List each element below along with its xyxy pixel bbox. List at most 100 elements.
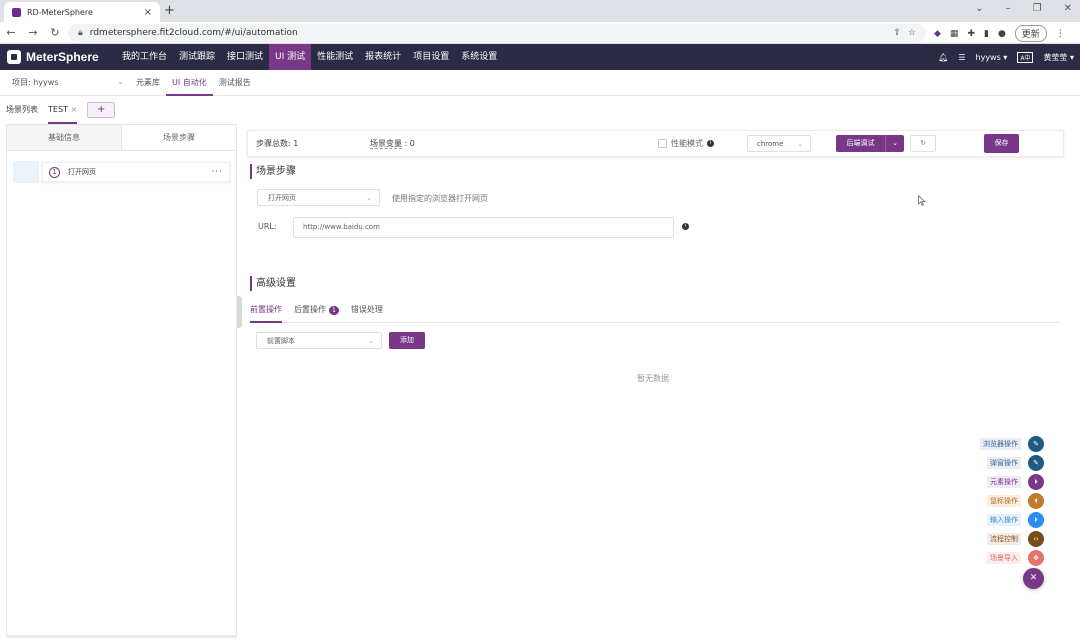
advanced-tab[interactable]: 错误处理	[351, 300, 383, 323]
debug-dropdown-icon[interactable]: ⌄	[885, 135, 904, 152]
forward-icon[interactable]: →	[22, 26, 44, 39]
bookmark-star-icon[interactable]: ☆	[908, 28, 916, 38]
fab-action-label: 场景导入	[987, 552, 1021, 564]
nav-item[interactable]: 接口测试	[221, 44, 269, 70]
fab-action-icon[interactable]: ‹›	[1028, 531, 1044, 547]
qr-extension-icon[interactable]: ▦	[950, 29, 959, 39]
fab-action-icon[interactable]: ✎	[1028, 436, 1044, 452]
performance-mode-checkbox[interactable]	[658, 139, 667, 148]
advanced-tab[interactable]: 前置操作	[250, 300, 282, 323]
more-icon[interactable]: ···	[211, 167, 223, 177]
scene-list-tab[interactable]: 场景列表	[6, 96, 38, 124]
fab-action[interactable]: 输入操作 ⏵	[0, 512, 1044, 528]
sub-nav-link[interactable]: 测试报告	[213, 70, 257, 96]
menu-kebab-icon[interactable]: ⋮	[1056, 29, 1065, 39]
fab-action[interactable]: 场景导入 ✥	[0, 550, 1044, 566]
scene-tab-label: TEST	[48, 105, 68, 114]
nav-item[interactable]: 项目设置	[407, 44, 455, 70]
nav-item[interactable]: 报表统计	[359, 44, 407, 70]
sub-nav-links: 元素库 UI 自动化 测试报告	[130, 70, 257, 96]
step-type-select[interactable]: 打开网页 ⌄	[257, 189, 380, 206]
fab-action[interactable]: 流程控制 ‹›	[0, 531, 1044, 547]
performance-mode[interactable]: 性能模式 i	[658, 138, 714, 149]
tab-basic-info[interactable]: 基础信息	[7, 125, 122, 150]
step-number: 1	[49, 166, 60, 178]
refresh-button[interactable]: ↻	[910, 135, 936, 152]
script-select[interactable]: 前置脚本 ⌄	[256, 332, 382, 349]
language-icon[interactable]: A中	[1017, 51, 1034, 63]
fab-action-icon[interactable]: ✥	[1028, 550, 1044, 566]
update-button[interactable]: 更新	[1014, 25, 1047, 42]
fab-action[interactable]: 弹窗操作 ✎	[0, 455, 1044, 471]
nav-item[interactable]: 测试跟踪	[173, 44, 221, 70]
address-bar[interactable]: 🔒︎ rdmetersphere.fit2cloud.com/#/ui/auto…	[68, 24, 926, 42]
scene-variables[interactable]: 场景变量 : 0	[370, 138, 415, 149]
fab-action-label: 鼠标操作	[987, 495, 1021, 507]
nav-item[interactable]: 我的工作台	[116, 44, 173, 70]
nav-item[interactable]: 系统设置	[455, 44, 503, 70]
url-input[interactable]: http://www.baidu.com	[293, 217, 674, 238]
back-icon[interactable]: ←	[0, 26, 22, 39]
reload-icon[interactable]: ↻	[44, 26, 66, 39]
count-badge: 1	[329, 306, 339, 315]
url-label: URL:	[258, 222, 277, 231]
add-scene-button[interactable]: +	[87, 102, 116, 118]
sidepanel-icon[interactable]: ▮	[984, 29, 989, 39]
puzzle-icon[interactable]: ✚	[967, 29, 975, 39]
fab-action-icon[interactable]: ⏵	[1028, 512, 1044, 528]
close-fab-button[interactable]: ✕	[1023, 568, 1044, 589]
scene-tab-current[interactable]: TEST ×	[48, 96, 78, 124]
fab-action-icon[interactable]: ⏵	[1028, 474, 1044, 490]
profile-icon[interactable]: ●	[998, 29, 1006, 39]
new-tab-icon[interactable]: +	[164, 3, 175, 18]
mouse-cursor-icon	[918, 195, 926, 206]
sub-nav-link[interactable]: UI 自动化	[166, 70, 213, 96]
metersphere-logo-icon	[7, 50, 21, 64]
close-window-icon[interactable]: ✕	[1064, 3, 1072, 14]
step-count: 步骤总数: 1	[256, 139, 299, 148]
bell-icon[interactable]: 🔔︎	[938, 53, 948, 62]
nav-item[interactable]: 性能测试	[311, 44, 359, 70]
task-list-icon[interactable]: ☰	[958, 53, 965, 62]
fab-action[interactable]: 元素操作 ⏵	[0, 474, 1044, 490]
nav-item[interactable]: UI 测试	[269, 44, 312, 70]
chevron-down-icon[interactable]: ⌄	[975, 3, 983, 14]
minimize-icon[interactable]: –	[1006, 3, 1011, 14]
brand-name: MeterSphere	[26, 50, 99, 64]
horizontal-scrollbar[interactable]	[6, 635, 237, 638]
sub-nav-link[interactable]: 元素库	[130, 70, 166, 96]
browser-extensions: ◆ ▦ ✚ ▮ ● 更新 ⋮	[934, 25, 1065, 42]
user-menu[interactable]: 黄莹莹 ▾	[1043, 52, 1074, 63]
browser-tab[interactable]: RD-MeterSphere ×	[4, 2, 160, 22]
metersphere-favicon-icon	[12, 7, 21, 17]
brand-logo[interactable]: MeterSphere	[0, 50, 116, 64]
close-tab-icon[interactable]: ×	[144, 7, 152, 18]
fab-action[interactable]: 浏览器操作 ✎	[0, 436, 1044, 452]
extension-icon[interactable]: ◆	[934, 29, 941, 39]
workspace-switcher[interactable]: hyyws ▾	[976, 53, 1008, 62]
add-button[interactable]: 添加	[389, 332, 425, 349]
fab-action-icon[interactable]: ⏴	[1028, 493, 1044, 509]
fab-action[interactable]: 鼠标操作 ⏴	[0, 493, 1044, 509]
step-tree-highlight	[13, 161, 39, 183]
save-button[interactable]: 保存	[984, 134, 1019, 153]
advanced-tab[interactable]: 后置操作 1	[294, 300, 339, 323]
restore-icon[interactable]: ❐	[1033, 3, 1042, 14]
advanced-tab-label: 后置操作	[294, 305, 326, 314]
project-selector[interactable]: 项目: hyyws ⌄	[0, 77, 130, 88]
browser-select-value: chrome	[757, 139, 784, 148]
tab-scene-steps[interactable]: 场景步骤	[122, 125, 236, 150]
step-type-value: 打开网页	[268, 193, 296, 202]
top-nav: 我的工作台 测试跟踪 接口测试 UI 测试 性能测试 报表统计 项目设置 系统设置	[116, 44, 503, 70]
fab-action-icon[interactable]: ✎	[1028, 455, 1044, 471]
step-card[interactable]: 1 打开网页 ···	[42, 162, 230, 182]
section-title-advanced: 高级设置	[250, 276, 296, 291]
close-icon[interactable]: ×	[70, 105, 77, 114]
section-title-steps: 场景步骤	[250, 164, 296, 179]
panel-collapse-handle[interactable]	[237, 296, 242, 328]
script-select-value: 前置脚本	[267, 336, 295, 345]
debug-button[interactable]: 后端调试	[836, 135, 885, 152]
browser-select[interactable]: chrome ⌄	[747, 135, 811, 152]
share-icon[interactable]: ⇪	[893, 28, 901, 38]
scene-toolbar: 步骤总数: 1 场景变量 : 0 性能模式 i chrome ⌄ 后端调试 ⌄ …	[247, 130, 1064, 157]
